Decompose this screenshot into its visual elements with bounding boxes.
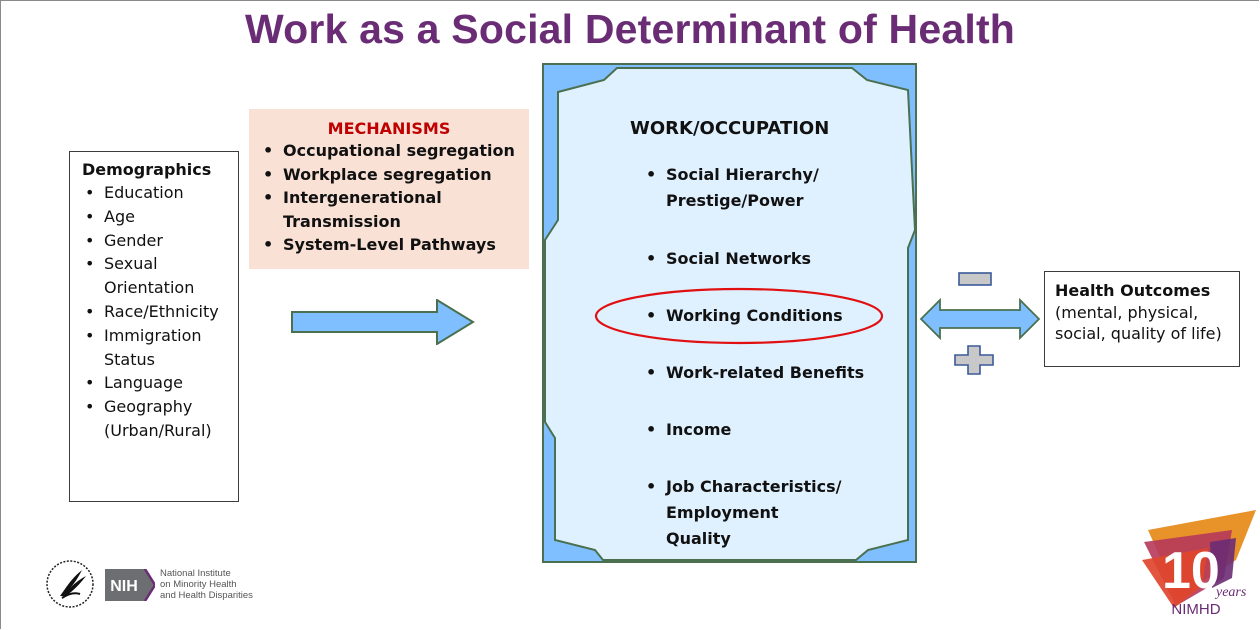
mechanisms-list: Occupational segregation Workplace segre… (261, 139, 529, 257)
bullet: • (646, 165, 657, 184)
nimhd-10-years-logo-icon: 10 years NIMHD (1142, 510, 1256, 618)
work-occupation-title: WORK/OCCUPATION (630, 118, 830, 139)
demographics-list: Education Age Gender Sexual Orientation … (82, 181, 238, 443)
slide-title: Work as a Social Determinant of Health (244, 6, 1016, 52)
nih-logo-icon: NIH (105, 569, 155, 601)
mechanisms-title: MECHANISMS (327, 119, 451, 138)
health-outcomes-title: Health Outcomes (1055, 281, 1211, 300)
work-item-social-hierarchy: • Social Hierarchy/ Prestige/Power (646, 162, 846, 214)
demographics-item: Gender (82, 229, 238, 253)
demographics-item: Language (82, 371, 238, 395)
anniversary-word: years (1214, 585, 1247, 600)
institute-name: National Institute on Minority Health an… (160, 568, 253, 601)
bidirectional-arrow-icon (920, 298, 1040, 340)
anniversary-number: 10 (1162, 542, 1220, 600)
anniversary-org: NIMHD (1171, 601, 1220, 618)
bullet: • (646, 477, 657, 496)
demographics-item: Age (82, 205, 238, 229)
work-item-job-characteristics: • Job Characteristics/ Employment Qualit… (646, 474, 846, 552)
demographics-item: Geography (Urban/Rural) (82, 395, 238, 443)
mechanisms-item: Workplace segregation (261, 163, 529, 187)
demographics-title: Demographics (82, 160, 212, 179)
bullet: • (646, 249, 657, 268)
work-item-social-networks: • Social Networks (646, 246, 811, 272)
bullet: • (646, 420, 657, 439)
health-outcomes-box: Health Outcomes (mental, physical, socia… (1044, 271, 1240, 367)
nih-badge-text: NIH (110, 578, 138, 595)
demographics-box: Demographics Education Age Gender Sexual… (69, 151, 239, 502)
mechanisms-item: Occupational segregation (261, 139, 529, 163)
mechanisms-box: MECHANISMS Occupational segregation Work… (249, 109, 529, 269)
mechanisms-item: System-Level Pathways (261, 233, 529, 257)
demographics-item: Education (82, 181, 238, 205)
hhs-eagle-logo-icon (46, 560, 94, 608)
mechanisms-item: Intergenerational Transmission (261, 186, 529, 233)
highlight-ellipse (594, 287, 884, 345)
demographics-item: Race/Ethnicity (82, 300, 238, 324)
bullet: • (646, 363, 657, 382)
work-item-work-related-benefits: • Work-related Benefits (646, 360, 864, 386)
health-outcomes-detail: (mental, physical, social, quality of li… (1055, 302, 1222, 344)
demographics-item: Sexual Orientation (82, 252, 238, 300)
right-arrow-icon (291, 299, 475, 345)
demographics-item: Immigration Status (82, 324, 238, 372)
work-item-income: • Income (646, 417, 731, 443)
minus-icon (958, 272, 992, 286)
plus-icon (954, 345, 994, 375)
